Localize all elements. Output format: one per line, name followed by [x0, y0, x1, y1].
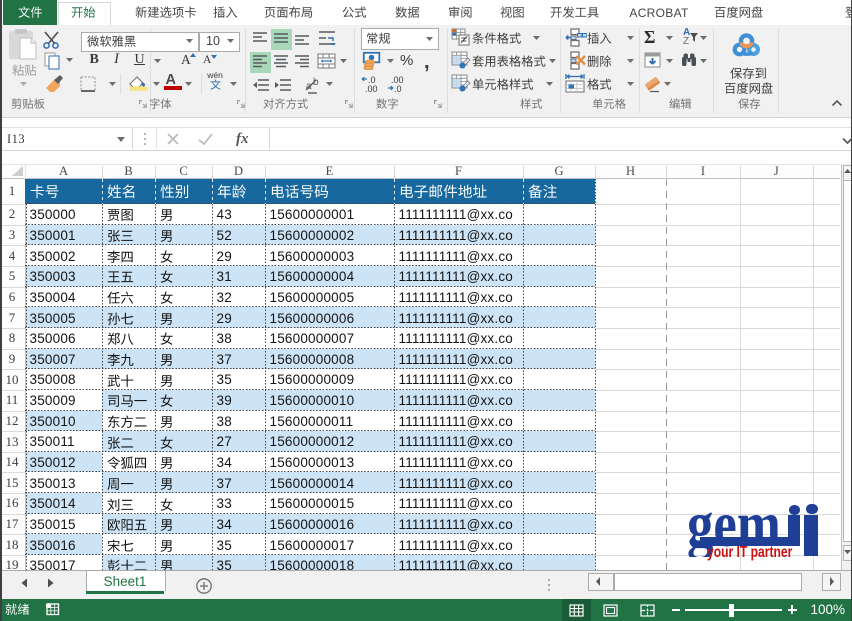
svg-text:.0: .0	[394, 84, 402, 93]
svg-text:.00: .00	[365, 84, 378, 93]
svg-text:b: b	[313, 77, 319, 88]
svg-text:a: a	[306, 81, 312, 92]
